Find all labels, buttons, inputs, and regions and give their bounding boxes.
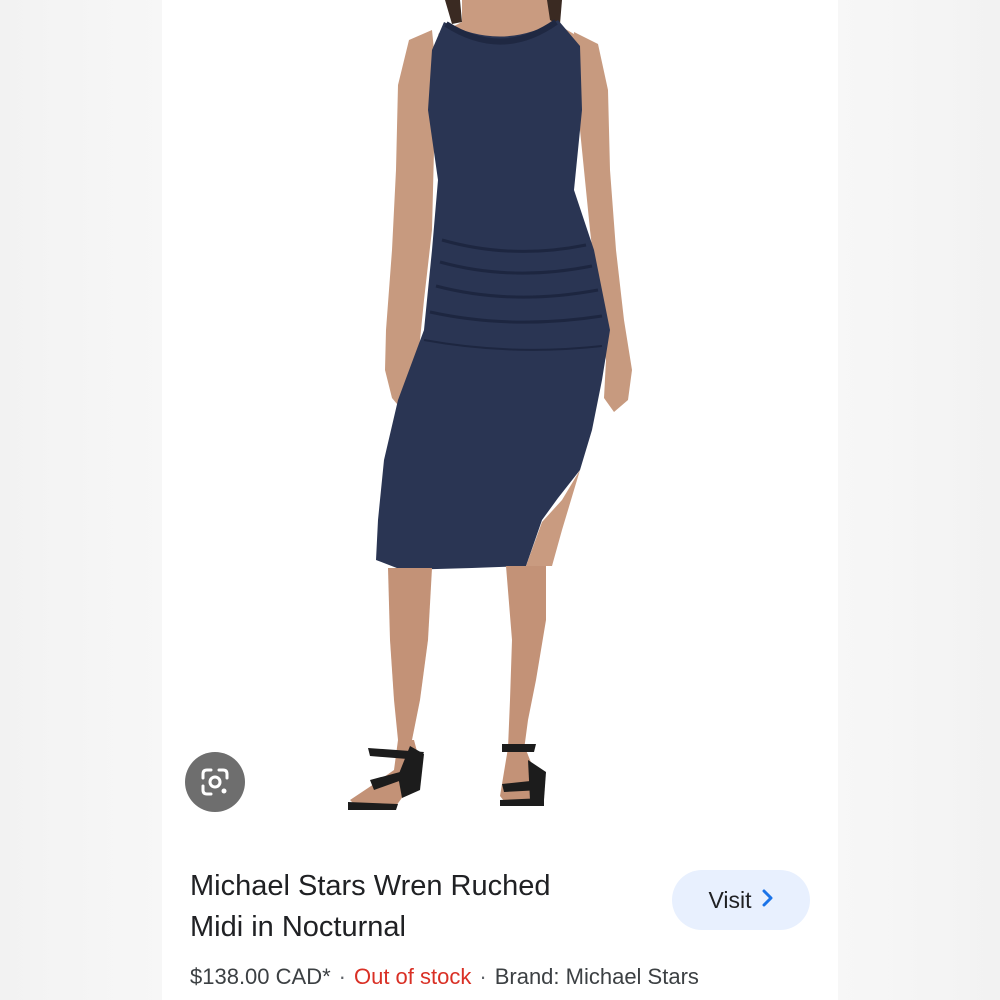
chevron-right-icon <box>762 889 774 911</box>
stock-status: Out of stock <box>353 964 472 989</box>
product-meta: $138.00 CAD* · Out of stock · Brand: Michael… <box>190 964 699 990</box>
right-blur-margin <box>838 0 1000 1000</box>
product-image[interactable] <box>162 0 838 850</box>
price: $138.00 CAD* <box>190 964 331 989</box>
product-title[interactable]: Michael Stars Wren Ruched Midi in Noctur… <box>190 866 660 948</box>
brand: Brand: Michael Stars <box>494 964 699 989</box>
google-lens-icon <box>201 768 229 796</box>
product-card: Michael Stars Wren Ruched Midi in Noctur… <box>162 0 838 1000</box>
separator-dot: · <box>479 964 487 989</box>
left-blur-margin <box>0 0 162 1000</box>
visit-button-label: Visit <box>708 886 752 913</box>
separator-dot: · <box>338 964 346 989</box>
visit-button[interactable]: Visit <box>672 870 810 930</box>
product-title-line1: Michael Stars Wren Ruched <box>190 870 551 902</box>
product-title-line2: Midi in Nocturnal <box>190 911 406 943</box>
google-lens-button[interactable] <box>185 752 245 812</box>
